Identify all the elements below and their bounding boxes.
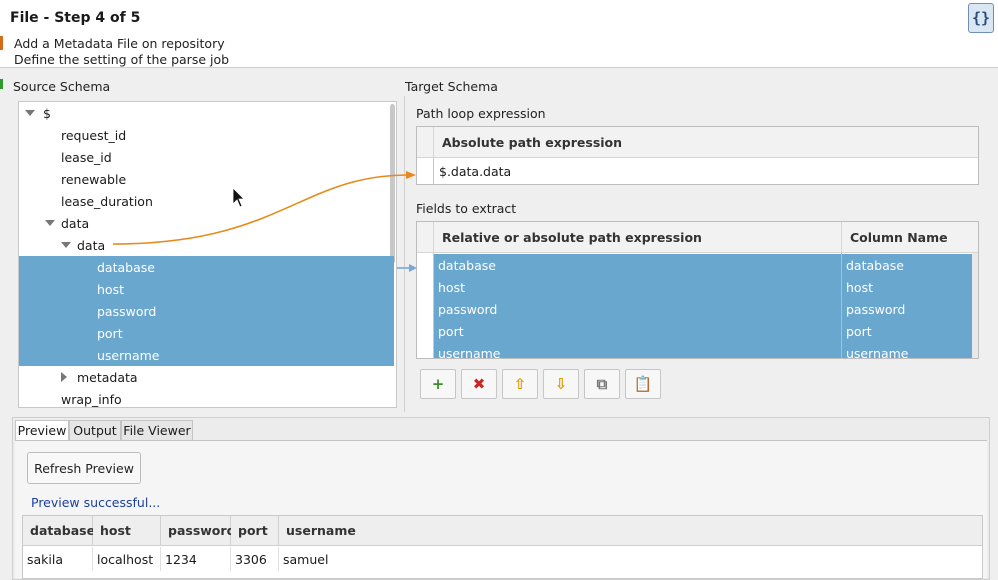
fields-scrollbar[interactable] [972, 253, 978, 358]
field-path-cell[interactable]: host [434, 276, 838, 298]
preview-panel: Preview Output File Viewer Refresh Previ… [12, 417, 990, 580]
tree-node-label: password [97, 303, 157, 319]
tree-node-label: database [97, 259, 155, 275]
tree-node-label: wrap_info [61, 391, 122, 407]
tree-node[interactable]: host [19, 278, 394, 300]
tree-node-label: data [61, 215, 90, 231]
tree-node[interactable]: password [19, 300, 394, 322]
preview-cell: localhost [93, 547, 161, 571]
tab-preview[interactable]: Preview [15, 420, 69, 440]
collapse-triangle-icon[interactable] [45, 220, 55, 226]
row-header-cell [417, 222, 433, 253]
wizard-subtitle-2: Define the setting of the parse job [14, 52, 230, 67]
tree-node-label: renewable [61, 171, 127, 187]
copy-icon: ⧉ [596, 375, 608, 393]
tree-node[interactable]: username [19, 344, 394, 366]
move-down-button[interactable]: ⇩ [543, 369, 579, 399]
tree-node-label: lease_id [61, 149, 112, 165]
tree-node-label: data [77, 237, 106, 253]
preview-cell: sakila [23, 547, 93, 571]
row-header-cell [417, 127, 433, 158]
field-column-cell[interactable]: database [842, 254, 972, 276]
field-path-cell[interactable]: database [434, 254, 838, 276]
tree-node-label: port [97, 325, 123, 341]
wizard-header: File - Step 4 of 5 Add a Metadata File o… [0, 0, 998, 68]
tree-node-label: lease_duration [61, 193, 153, 209]
preview-header-port[interactable]: port [231, 516, 279, 546]
preview-cell: samuel [279, 547, 982, 571]
add-button[interactable]: + [420, 369, 456, 399]
path-expression-header: Relative or absolute path expression [433, 222, 841, 253]
move-up-button[interactable]: ⇧ [502, 369, 538, 399]
fields-table: Relative or absolute path expression Col… [416, 221, 979, 359]
tree-node[interactable]: renewable [19, 168, 394, 190]
path-loop-label: Path loop expression [416, 106, 546, 121]
tree-node[interactable]: $ [19, 102, 394, 124]
field-column-cell[interactable]: username [842, 342, 972, 359]
tab-output[interactable]: Output [69, 420, 121, 440]
window-edge-marker [0, 36, 3, 50]
tree-node[interactable]: data [19, 212, 394, 234]
field-column-cell[interactable]: port [842, 320, 972, 342]
tree-node[interactable]: port [19, 322, 394, 344]
field-path-cell[interactable]: password [434, 298, 838, 320]
delete-button[interactable]: ✖ [461, 369, 497, 399]
tree-node[interactable]: request_id [19, 124, 394, 146]
tree-node[interactable]: lease_id [19, 146, 394, 168]
source-schema-tree[interactable]: $ request_id lease_id renewable lease_durati… [18, 101, 397, 408]
collapse-triangle-icon[interactable] [25, 110, 35, 116]
tree-node[interactable]: metadata [19, 366, 394, 388]
tree-node[interactable]: database [19, 256, 394, 278]
preview-header-database[interactable]: database [23, 516, 95, 546]
preview-cell: 1234 [161, 547, 231, 571]
tree-node[interactable]: data [19, 234, 394, 256]
tree-node-label: request_id [61, 127, 127, 143]
wizard-title: File - Step 4 of 5 [10, 10, 141, 26]
collapse-triangle-icon[interactable] [61, 242, 71, 248]
copy-button[interactable]: ⧉ [584, 369, 620, 399]
tree-node[interactable]: wrap_info [19, 388, 394, 407]
window-edge-marker [0, 79, 3, 89]
tab-file-viewer[interactable]: File Viewer [121, 420, 193, 440]
preview-table: database sakila host localhost password 1234 p… [22, 515, 983, 579]
fields-to-extract-label: Fields to extract [416, 201, 517, 216]
preview-tab-body: Refresh Preview Preview successful... da… [15, 440, 987, 579]
move-down-icon: ⇩ [554, 375, 568, 393]
field-column-cell[interactable]: password [842, 298, 972, 320]
paste-button[interactable]: 📋 [625, 369, 661, 399]
delete-icon: ✖ [472, 375, 486, 393]
expand-triangle-icon[interactable] [61, 372, 67, 382]
source-schema-label: Source Schema [13, 79, 111, 94]
field-column-cell[interactable]: host [842, 276, 972, 298]
preview-header-host[interactable]: host [93, 516, 161, 546]
tree-node-label: username [97, 347, 160, 363]
tree-node-label: $ [43, 105, 51, 121]
move-up-icon: ⇧ [513, 375, 527, 393]
refresh-preview-button[interactable]: Refresh Preview [27, 452, 141, 484]
json-file-icon: {} [968, 3, 994, 33]
column-name-header: Column Name [841, 222, 978, 253]
preview-cell: 3306 [231, 547, 279, 571]
wizard-subtitle-1: Add a Metadata File on repository [14, 36, 225, 51]
paste-icon: 📋 [633, 375, 653, 393]
tree-node-label: host [97, 281, 124, 297]
loop-expression-cell[interactable]: $.data.data [435, 160, 975, 182]
target-schema-label: Target Schema [405, 79, 498, 94]
preview-header-password[interactable]: password [161, 516, 236, 546]
row-header-separator [433, 158, 434, 184]
preview-status: Preview successful... [31, 495, 161, 510]
preview-header-username[interactable]: username [279, 516, 982, 546]
field-path-cell[interactable]: port [434, 320, 838, 342]
tree-node[interactable]: lease_duration [19, 190, 394, 212]
add-icon: + [431, 375, 445, 393]
path-loop-table: Absolute path expression $.data.data [416, 126, 979, 185]
tree-node-label: metadata [77, 369, 138, 385]
absolute-path-header: Absolute path expression [433, 127, 978, 158]
field-path-cell[interactable]: username [434, 342, 838, 359]
